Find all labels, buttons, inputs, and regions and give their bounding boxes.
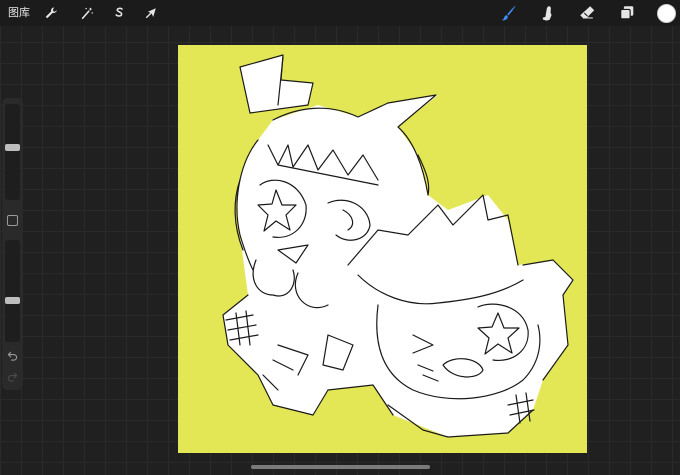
canvas-artwork xyxy=(178,45,587,453)
brush-opacity-thumb[interactable] xyxy=(5,297,20,304)
undo-button[interactable] xyxy=(5,348,20,363)
procreate-app: 图库 xyxy=(0,0,680,475)
paint-brush-button[interactable] xyxy=(498,2,520,24)
wrench-icon xyxy=(45,7,57,19)
redo-button[interactable] xyxy=(5,369,20,384)
left-sidebar xyxy=(2,98,23,390)
brush-size-slider[interactable] xyxy=(5,104,20,200)
layers-button[interactable] xyxy=(616,2,638,24)
smudge-button[interactable] xyxy=(536,2,558,24)
brush-icon xyxy=(501,5,516,21)
actions-button[interactable] xyxy=(41,3,61,23)
brush-size-thumb[interactable] xyxy=(5,144,20,151)
brush-opacity-slider[interactable] xyxy=(5,240,20,342)
redo-arrow-icon xyxy=(7,372,18,382)
gallery-button[interactable]: 图库 xyxy=(8,5,30,21)
selection-s-icon xyxy=(115,7,123,17)
layers-icon xyxy=(620,6,634,20)
modify-button[interactable] xyxy=(7,215,18,226)
eraser-button[interactable] xyxy=(576,2,598,24)
smudge-finger-icon xyxy=(542,6,552,21)
transform-button[interactable] xyxy=(141,3,161,23)
home-indicator-bar xyxy=(251,465,430,469)
color-picker-swatch[interactable] xyxy=(657,4,676,23)
adjustments-button[interactable] xyxy=(77,3,97,23)
selection-button[interactable] xyxy=(109,3,129,23)
drawing-canvas[interactable] xyxy=(178,45,587,453)
eraser-icon xyxy=(580,6,595,19)
magic-wand-icon xyxy=(81,7,93,20)
arrow-cursor-icon xyxy=(145,8,156,19)
top-toolbar: 图库 xyxy=(0,0,680,26)
undo-arrow-icon xyxy=(7,351,18,361)
